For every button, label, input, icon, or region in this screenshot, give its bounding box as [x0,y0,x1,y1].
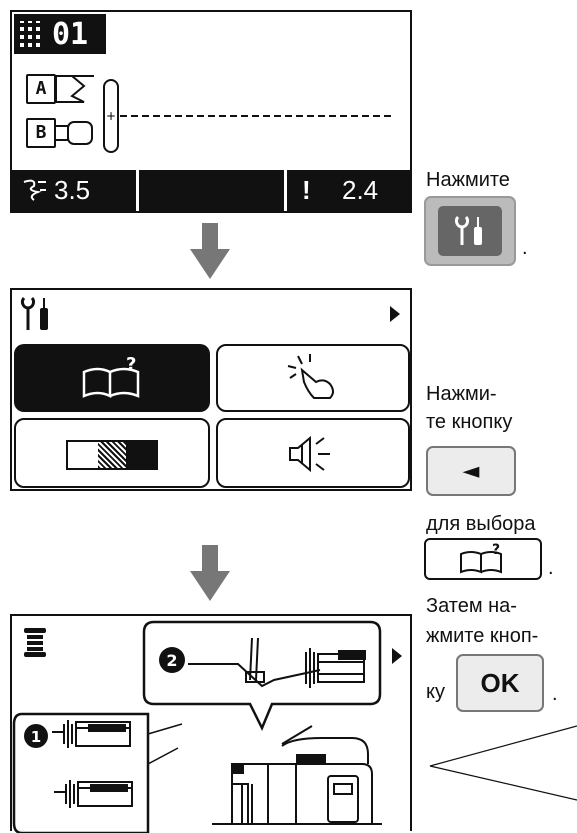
instruction-step3-line2: жмите кноп- [426,625,539,647]
settings-button[interactable] [424,196,516,266]
foot-a-indicator: A [26,72,106,106]
flow-arrow-down [190,223,230,279]
tools-icon [20,296,48,330]
instruction-step2-line2: те кнопку [426,411,513,433]
svg-text:+: + [106,109,116,123]
help-guide-button[interactable]: ? [424,538,542,580]
help-guide-tile[interactable]: ? [14,344,210,412]
lcd-screen-home: 01 A B + 3.5 ! 2.4 [10,10,412,213]
warning-mark: ! [302,175,311,205]
touch-calibration-tile[interactable] [216,344,410,412]
ok-label: OK [480,667,520,698]
touch-hand-icon [287,354,334,399]
svg-text:2: 2 [166,651,177,670]
instruction-step2-line3: для выбора [426,513,536,535]
lcd-screen-bobbin-help: 2 1 [10,614,412,833]
svg-text:?: ? [126,354,136,375]
next-page-arrow-icon[interactable] [388,304,402,324]
left-arrow-button[interactable]: ◄ [426,446,516,496]
callout-pointer [429,725,577,801]
sound-tile[interactable] [216,418,410,488]
tension-value: 3.5 [54,175,91,205]
stitch-length-value: 2.4 [342,175,379,205]
thread-tension-icon [23,179,46,201]
settings-button-face [438,206,502,256]
foot-b-label: B [26,118,56,148]
pattern-grid-icon [20,21,44,47]
instruction-step3-prefix: ку [426,681,445,703]
instruction-step2-line1: Нажми- [426,383,497,405]
ok-button[interactable]: OK [456,654,544,712]
step2-suffix: . [548,557,554,579]
tools-icon [454,215,482,245]
status-divider [284,170,287,211]
svg-text:1: 1 [31,728,41,746]
left-arrow-icon: ◄ [462,458,480,484]
next-page-arrow-icon[interactable] [390,646,404,666]
spool-icon [24,628,46,657]
svg-text:?: ? [492,542,500,558]
book-help-icon: ? [460,542,502,574]
instruction-step3-line1: Затем на- [426,595,517,617]
instruction-step1: Нажмите [426,169,510,191]
step3-suffix: . [552,683,558,705]
status-bar: 3.5 ! 2.4 [12,170,410,211]
book-help-icon: ? [82,354,140,399]
flow-arrow-down [190,545,230,601]
foot-a-label: A [26,74,56,104]
sewing-machine-illustration [212,725,382,825]
contrast-tile[interactable] [14,418,210,488]
pattern-number-chip: 01 [14,14,106,54]
step1-suffix: . [522,237,528,259]
pattern-number: 01 [52,16,89,52]
lcd-screen-settings: ? [10,288,412,491]
status-divider [136,170,139,211]
speaker-icon [289,435,330,473]
contrast-icon [66,440,158,470]
presser-foot-b-icon [56,121,93,145]
presser-foot-a-icon [55,75,94,103]
foot-b-indicator: B [26,116,106,150]
stitch-preview-icon: + [103,79,392,153]
